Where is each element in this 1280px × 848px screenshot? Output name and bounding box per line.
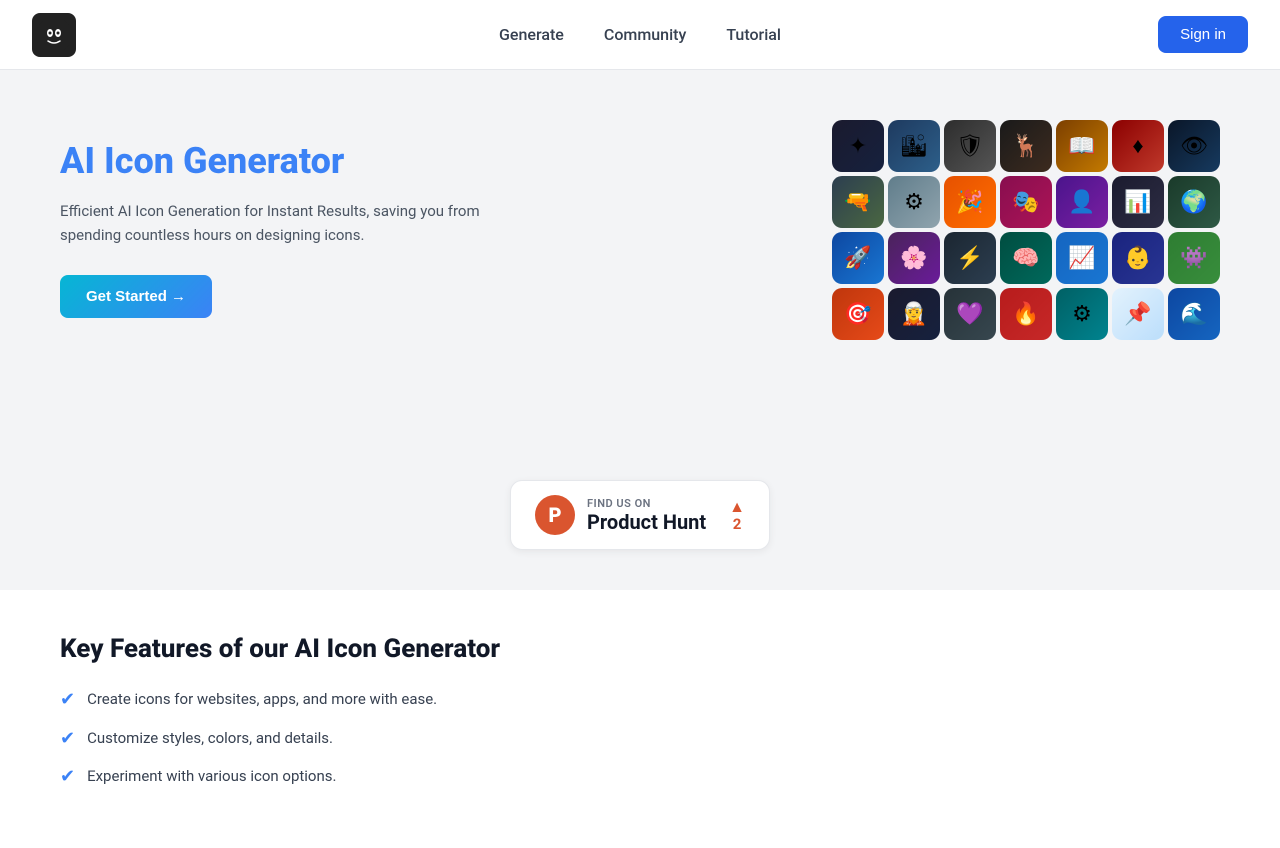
logo-image — [32, 13, 76, 57]
hero-title: AI Icon Generator — [60, 140, 540, 183]
vote-count: 2 — [733, 517, 742, 532]
icon-cell: 🌍 — [1168, 176, 1220, 228]
features-list: ✔ Create icons for websites, apps, and m… — [60, 688, 1220, 788]
icon-cell: 📈 — [1056, 232, 1108, 284]
icon-cell: 📊 — [1112, 176, 1164, 228]
icon-cell: 🌊 — [1168, 288, 1220, 340]
feature-item: ✔ Experiment with various icon options. — [60, 765, 1220, 788]
icon-grid: ✦🏙🛡🦌📖♦👁🔫⚙🎉🎭👤📊🌍🚀🌸⚡🧠📈👶👾🎯🧝💜🔥⚙📌🌊 — [832, 120, 1220, 340]
icon-cell: 🎯 — [832, 288, 884, 340]
icon-cell: 🌸 — [888, 232, 940, 284]
product-hunt-find-label: FIND US ON — [587, 497, 717, 510]
signin-button[interactable]: Sign in — [1158, 16, 1248, 53]
icon-cell: 🦌 — [1000, 120, 1052, 172]
product-hunt-text: FIND US ON Product Hunt — [587, 497, 717, 534]
features-title: Key Features of our AI Icon Generator — [60, 634, 1220, 664]
features-section: Key Features of our AI Icon Generator ✔ … — [0, 590, 1280, 848]
feature-item: ✔ Customize styles, colors, and details. — [60, 727, 1220, 750]
hero-description: Efficient AI Icon Generation for Instant… — [60, 199, 540, 247]
icon-cell: ⚙ — [888, 176, 940, 228]
nav-link-tutorial[interactable]: Tutorial — [726, 25, 781, 44]
icon-cell: 👾 — [1168, 232, 1220, 284]
product-hunt-vote: ▲ 2 — [729, 499, 745, 532]
nav-link-community[interactable]: Community — [604, 25, 686, 44]
icon-cell: 💜 — [944, 288, 996, 340]
hero-left: AI Icon Generator Efficient AI Icon Gene… — [60, 120, 540, 318]
icon-cell: 📖 — [1056, 120, 1108, 172]
product-hunt-badge[interactable]: P FIND US ON Product Hunt ▲ 2 — [510, 480, 770, 550]
check-icon: ✔ — [60, 728, 75, 749]
get-started-button[interactable]: Get Started → — [60, 275, 212, 318]
nav-link-generate[interactable]: Generate — [499, 25, 564, 44]
icon-cell: 🎉 — [944, 176, 996, 228]
icon-cell: 👶 — [1112, 232, 1164, 284]
icon-cell: 🎭 — [1000, 176, 1052, 228]
check-icon: ✔ — [60, 766, 75, 787]
upvote-arrow-icon: ▲ — [729, 499, 745, 515]
icon-cell: 🧝 — [888, 288, 940, 340]
navbar: Generate Community Tutorial Sign in — [0, 0, 1280, 70]
logo[interactable] — [32, 13, 76, 57]
feature-item: ✔ Create icons for websites, apps, and m… — [60, 688, 1220, 711]
feature-text: Experiment with various icon options. — [87, 765, 336, 788]
icon-cell: 🏙 — [888, 120, 940, 172]
icon-cell: 🔥 — [1000, 288, 1052, 340]
icon-cell: 🔫 — [832, 176, 884, 228]
icon-cell: 🛡 — [944, 120, 996, 172]
icon-cell: 👤 — [1056, 176, 1108, 228]
icon-cell: ⚡ — [944, 232, 996, 284]
icon-cell: ⚙ — [1056, 288, 1108, 340]
feature-text: Customize styles, colors, and details. — [87, 727, 333, 750]
product-hunt-logo: P — [535, 495, 575, 535]
hero-section: AI Icon Generator Efficient AI Icon Gene… — [0, 70, 1280, 470]
icon-cell: 🧠 — [1000, 232, 1052, 284]
icon-cell: 🚀 — [832, 232, 884, 284]
feature-text: Create icons for websites, apps, and mor… — [87, 688, 437, 711]
icon-cell: ♦ — [1112, 120, 1164, 172]
product-hunt-section: P FIND US ON Product Hunt ▲ 2 — [0, 470, 1280, 590]
icon-cell: 📌 — [1112, 288, 1164, 340]
nav-links: Generate Community Tutorial — [499, 25, 781, 44]
check-icon: ✔ — [60, 689, 75, 710]
icon-cell: 👁 — [1168, 120, 1220, 172]
product-hunt-name: Product Hunt — [587, 510, 717, 534]
icon-cell: ✦ — [832, 120, 884, 172]
